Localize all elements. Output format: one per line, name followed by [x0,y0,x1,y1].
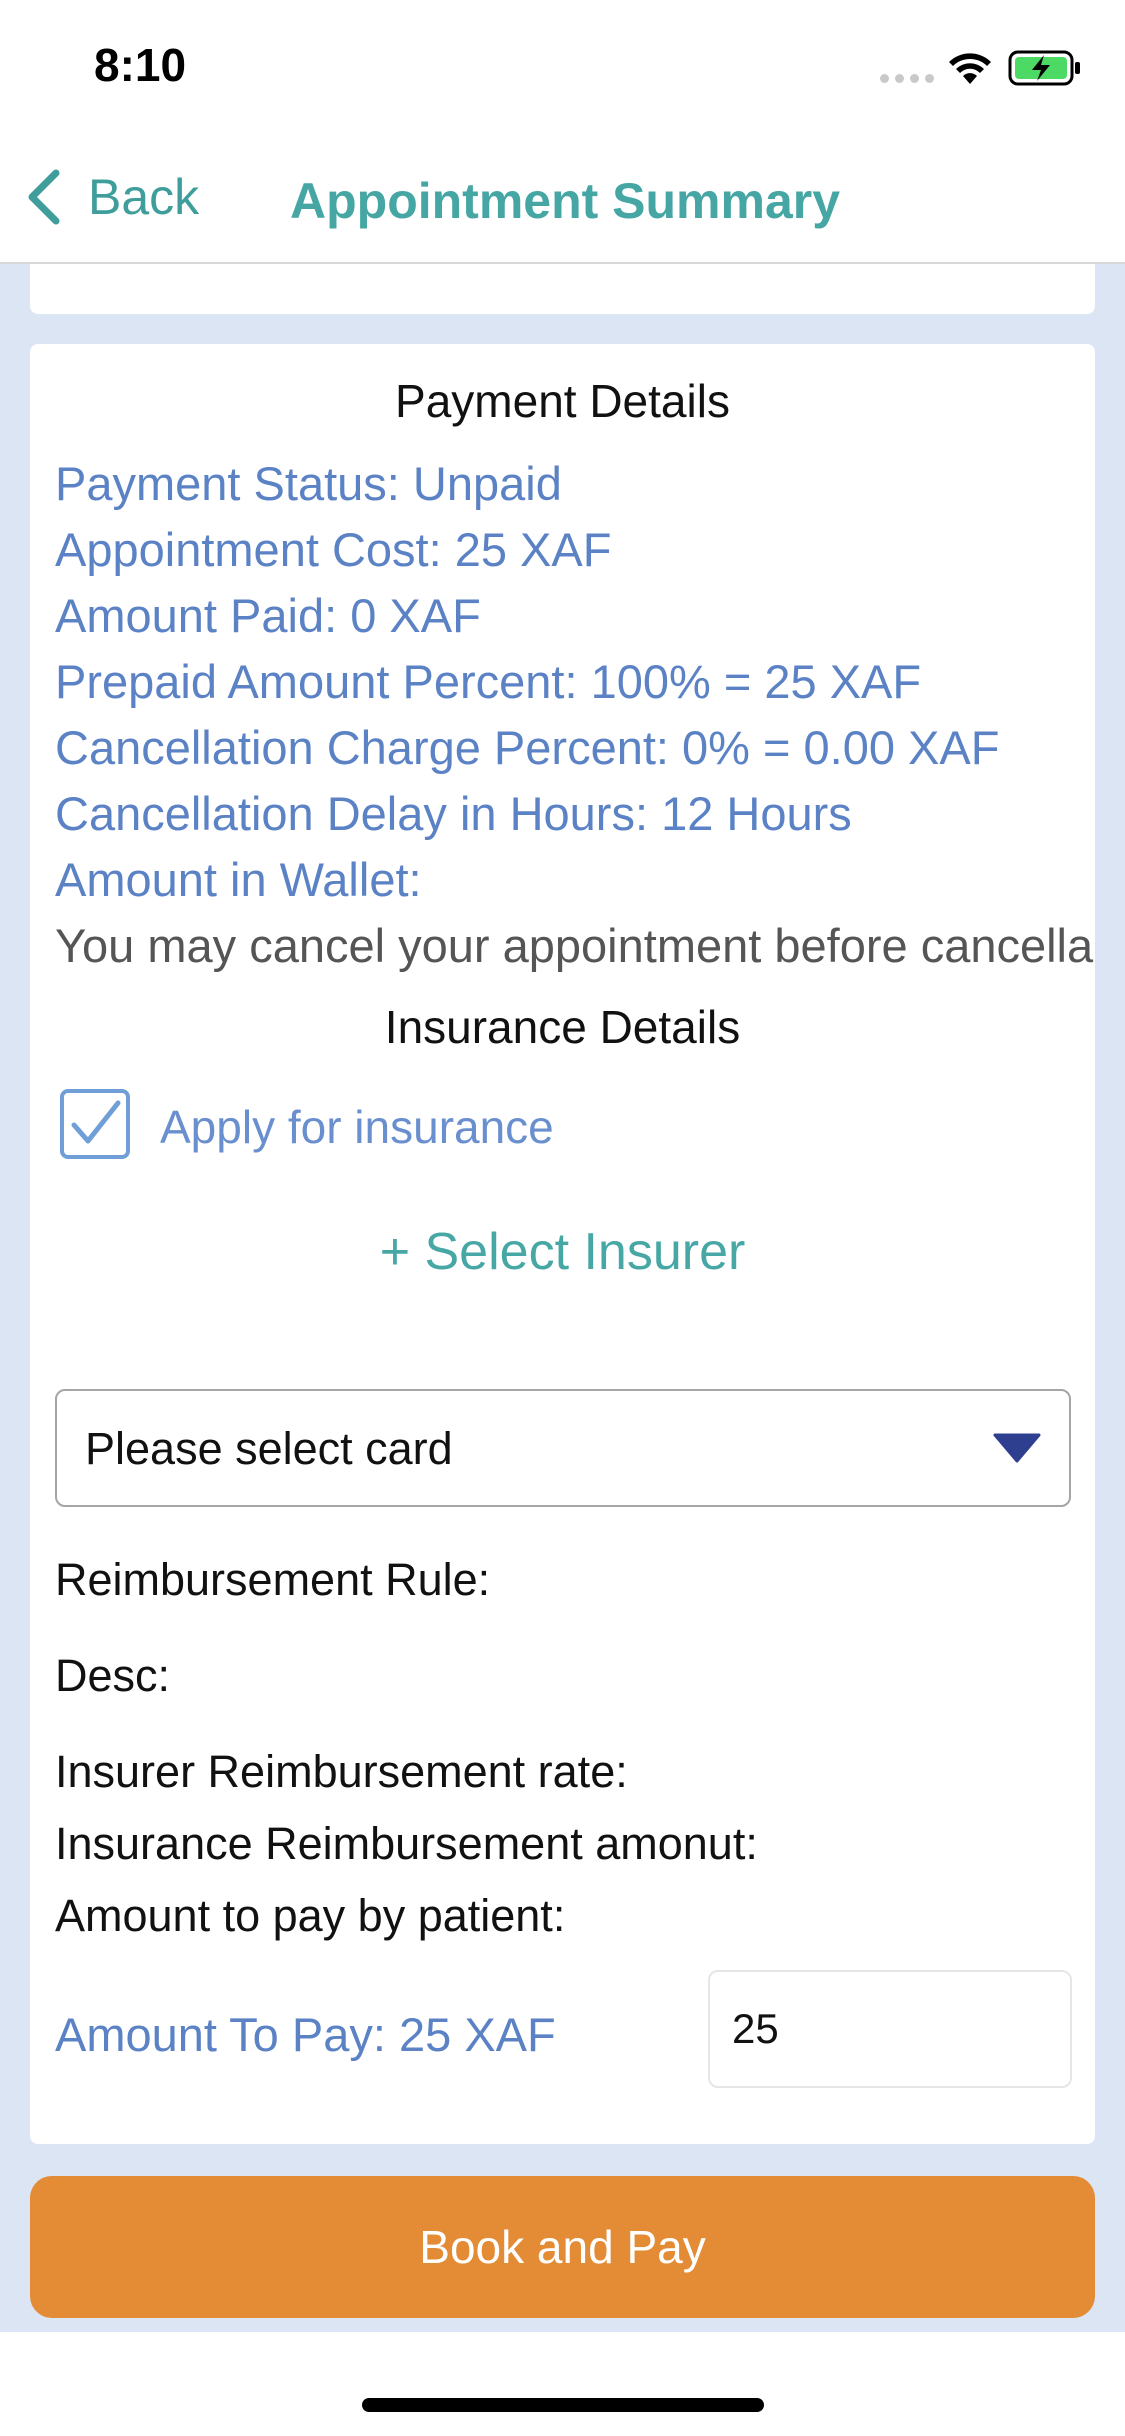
amount-paid: Amount Paid: 0 XAF [55,589,481,642]
status-bar: 8:10 [0,0,1125,132]
insurance-reimbursement-amount: Insurance Reimbursement amonut: [55,1818,758,1869]
scroll-content[interactable]: Payment Details Payment Status: Unpaid A… [0,264,1125,2332]
apply-insurance-checkbox[interactable] [60,1089,130,1159]
book-and-pay-button[interactable]: Book and Pay [30,2176,1095,2318]
payment-card: Payment Details Payment Status: Unpaid A… [30,344,1095,2144]
amount-to-pay-label: Amount To Pay: 25 XAF [55,2008,556,2061]
page-title: Appointment Summary [290,173,841,229]
battery-charging-icon [1008,50,1080,86]
appointment-cost: Appointment Cost: 25 XAF [55,523,612,576]
status-time: 8:10 [94,39,187,91]
card-select-dropdown[interactable]: Please select card [55,1389,1071,1507]
insurance-desc: Desc: [55,1650,171,1701]
reimbursement-rule: Reimbursement Rule: [55,1554,491,1605]
select-insurer-button[interactable]: + Select Insurer [30,1222,1095,1282]
payment-details-title: Payment Details [395,375,730,427]
home-indicator[interactable] [362,2398,764,2412]
cellular-signal-icon [880,74,934,83]
back-button[interactable]: Back [24,162,199,232]
previous-card [30,264,1095,314]
chevron-left-icon [28,169,60,225]
amount-input[interactable] [708,1970,1072,2088]
payment-status: Payment Status: Unpaid [55,457,562,510]
dropdown-arrow-icon [993,1433,1041,1463]
home-area [0,2332,1125,2436]
navigation-bar: Back Appointment Summary [0,132,1125,264]
amount-to-pay-by-patient: Amount to pay by patient: [55,1890,566,1941]
insurer-reimbursement-rate: Insurer Reimbursement rate: [55,1746,628,1797]
card-select-value: Please select card [85,1423,453,1474]
wifi-icon [949,53,991,84]
apply-insurance-label[interactable]: Apply for insurance [160,1100,554,1154]
cancellation-delay: Cancellation Delay in Hours: 12 Hours [55,787,852,840]
cancellation-charge-percent: Cancellation Charge Percent: 0% = 0.00 X… [55,721,1000,774]
insurance-details-title: Insurance Details [384,1001,741,1053]
prepaid-amount-percent: Prepaid Amount Percent: 100% = 25 XAF [55,655,922,708]
back-label: Back [88,169,200,225]
cancellation-notice: You may cancel your appointment before c… [55,919,1094,972]
amount-in-wallet: Amount in Wallet: [55,853,422,906]
checkmark-icon [71,1100,121,1144]
